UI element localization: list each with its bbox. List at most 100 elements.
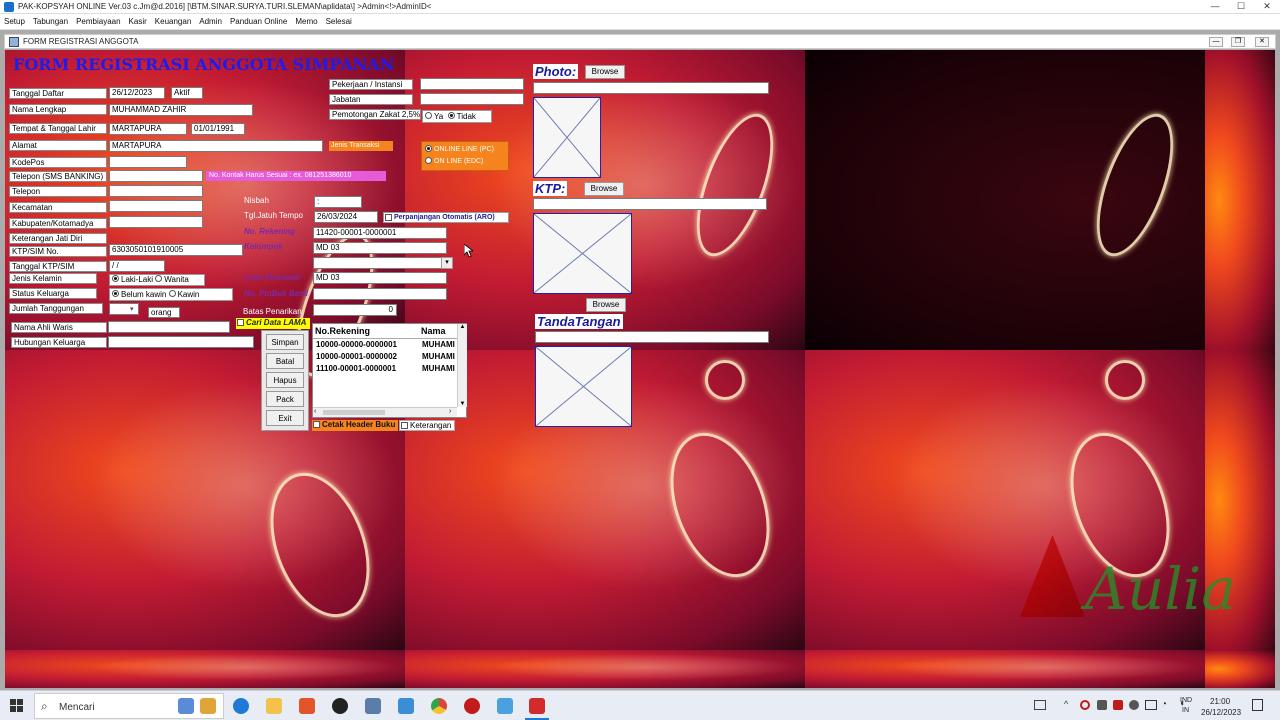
menu-panduan-online[interactable]: Panduan Online	[226, 14, 291, 30]
input-kelompok[interactable]: MD 03	[313, 242, 447, 254]
tray-red-icon[interactable]	[1113, 700, 1123, 710]
keterangan-checkbox[interactable]: Keterangan	[399, 420, 455, 431]
radio-laki-laki[interactable]	[112, 275, 119, 283]
radio-belum-kawin[interactable]	[112, 290, 119, 298]
aro-check-box[interactable]	[385, 213, 392, 221]
tray-icon[interactable]	[1129, 700, 1139, 710]
clock-time[interactable]: 21:00	[1210, 697, 1230, 706]
input-no-rekening[interactable]: 11420-00001-0000001	[313, 227, 447, 239]
language-indicator[interactable]: IND	[1180, 697, 1192, 704]
input-jatuh-tempo[interactable]: 26/03/2024	[314, 211, 378, 223]
input-hubungan-keluarga[interactable]	[108, 336, 254, 348]
radio-wanita[interactable]	[155, 275, 163, 283]
keyboard-icon[interactable]	[1034, 700, 1046, 710]
notification-icon[interactable]	[1252, 699, 1263, 711]
menu-keuangan[interactable]: Keuangan	[151, 14, 195, 30]
ttd-browse-button[interactable]: Browse	[586, 298, 626, 312]
select-kelompok-detail[interactable]	[313, 257, 453, 269]
input-ttd-path[interactable]	[535, 331, 769, 343]
radio-zakat-ya[interactable]	[425, 112, 432, 120]
menu-tabungan[interactable]: Tabungan	[29, 14, 72, 30]
keterangan-check-box[interactable]	[401, 422, 408, 430]
chevron-down-icon[interactable]: ▾	[441, 257, 453, 269]
edge-browser-icon[interactable]	[233, 698, 249, 714]
input-nama-lengkap[interactable]: MUHAMMAD ZAHIR	[109, 104, 253, 116]
briefcase-icon[interactable]	[200, 698, 216, 714]
battery-icon[interactable]	[1145, 700, 1157, 710]
input-pekerjaan[interactable]	[420, 78, 524, 90]
search-box[interactable]: ⌕ Mencari	[34, 693, 224, 719]
scroll-thumb[interactable]	[323, 410, 385, 415]
grid-row-3-rekening[interactable]: 11100-00001-0000001	[316, 364, 396, 373]
input-telepon[interactable]	[109, 185, 203, 197]
menu-kasir[interactable]: Kasir	[125, 14, 151, 30]
grid-vertical-scrollbar[interactable]: ▲ ▼	[457, 324, 467, 407]
chevron-up-icon[interactable]: ^	[1064, 699, 1068, 709]
radio-kawin[interactable]	[168, 290, 176, 298]
input-alamat[interactable]: MARTAPURA	[109, 140, 323, 152]
cetak-header-check-box[interactable]	[313, 421, 320, 429]
aro-checkbox[interactable]: Perpanjangan Otomatis (ARO)	[383, 212, 509, 223]
grid-row-3-nama[interactable]: MUHAMI	[422, 364, 456, 373]
close-button[interactable]: ✕	[1258, 1, 1276, 12]
maximize-button[interactable]: ☐	[1232, 1, 1250, 12]
radio-zakat-tidak[interactable]	[447, 112, 455, 120]
child-minimize-button[interactable]: —	[1209, 37, 1223, 47]
rekening-grid[interactable]: No.Rekening Nama 10000-00000-0000001 MUH…	[312, 323, 467, 418]
grid-row-2-rekening[interactable]: 10000-00001-0000002	[316, 352, 397, 361]
minimize-button[interactable]: —	[1206, 1, 1224, 12]
cari-data-lama-checkbox[interactable]: Cari Data LAMA	[236, 318, 310, 329]
input-loan-promoter[interactable]: MD 03	[313, 272, 447, 284]
photo-browse-button[interactable]: Browse	[585, 65, 625, 79]
grid-row-2-nama[interactable]: MUHAMI	[422, 352, 456, 361]
input-ktp-no[interactable]: 6303050101910005	[109, 244, 243, 256]
input-kabupaten[interactable]	[109, 216, 203, 228]
input-telepon-sms[interactable]	[109, 170, 203, 182]
calculator-icon[interactable]	[365, 698, 381, 714]
record-icon[interactable]	[464, 698, 480, 714]
app-icon-dark[interactable]	[332, 698, 348, 714]
child-maximize-button[interactable]: ❐	[1231, 37, 1245, 47]
radio-online-pc[interactable]	[425, 144, 432, 152]
chevron-down-icon[interactable]: ▾	[130, 305, 134, 313]
radio-online-edc[interactable]	[425, 156, 432, 164]
batal-button[interactable]: Batal	[266, 353, 304, 369]
child-close-button[interactable]: ✕	[1255, 37, 1269, 47]
wifi-icon[interactable]: ◔	[1161, 699, 1167, 710]
input-ktp-path[interactable]	[533, 198, 767, 210]
input-jabatan[interactable]	[420, 93, 524, 105]
record-tray-icon[interactable]	[1080, 700, 1090, 710]
menu-pembiayaan[interactable]: Pembiayaan	[72, 14, 124, 30]
windows-start-icon[interactable]	[10, 699, 24, 713]
grid-row-1-rekening[interactable]: 10000-00000-0000001	[316, 340, 397, 349]
widget-icon[interactable]	[178, 698, 194, 714]
input-no-pinbuk[interactable]	[313, 288, 447, 300]
app-icon-light-blue[interactable]	[497, 698, 513, 714]
input-tempat-lahir[interactable]: MARTAPURA	[109, 123, 187, 135]
app-icon-orange[interactable]	[299, 698, 315, 714]
file-explorer-icon[interactable]	[266, 698, 282, 714]
cetak-header-checkbox[interactable]: Cetak Header Buku	[312, 420, 398, 431]
app-icon-blue[interactable]	[398, 698, 414, 714]
input-kecamatan[interactable]	[109, 200, 203, 212]
input-tanggal-lahir[interactable]: 01/01/1991	[191, 123, 245, 135]
input-tanggal-daftar[interactable]: 26/12/2023	[109, 87, 165, 99]
input-nisbah[interactable]: :	[314, 196, 362, 208]
tray-icon[interactable]	[1097, 700, 1107, 710]
menu-admin[interactable]: Admin	[195, 14, 226, 30]
exit-button[interactable]: Exit	[266, 410, 304, 426]
input-photo-path[interactable]	[533, 82, 769, 94]
ktp-browse-button[interactable]: Browse	[584, 182, 624, 196]
grid-horizontal-scrollbar[interactable]: ‹ ›	[313, 407, 457, 417]
menu-memo[interactable]: Memo	[291, 14, 321, 30]
input-kodepos[interactable]	[109, 156, 187, 168]
menu-setup[interactable]: Setup	[0, 14, 29, 30]
grid-row-1-nama[interactable]: MUHAMI	[422, 340, 456, 349]
input-nama-ahli-waris[interactable]	[108, 321, 230, 333]
hapus-button[interactable]: Hapus	[266, 372, 304, 388]
input-tanggal-ktp[interactable]: / /	[109, 260, 165, 272]
chrome-icon[interactable]	[431, 698, 447, 714]
menu-selesai[interactable]: Selesai	[322, 14, 356, 30]
active-app-icon[interactable]	[529, 698, 545, 714]
simpan-button[interactable]: Simpan	[266, 334, 304, 350]
